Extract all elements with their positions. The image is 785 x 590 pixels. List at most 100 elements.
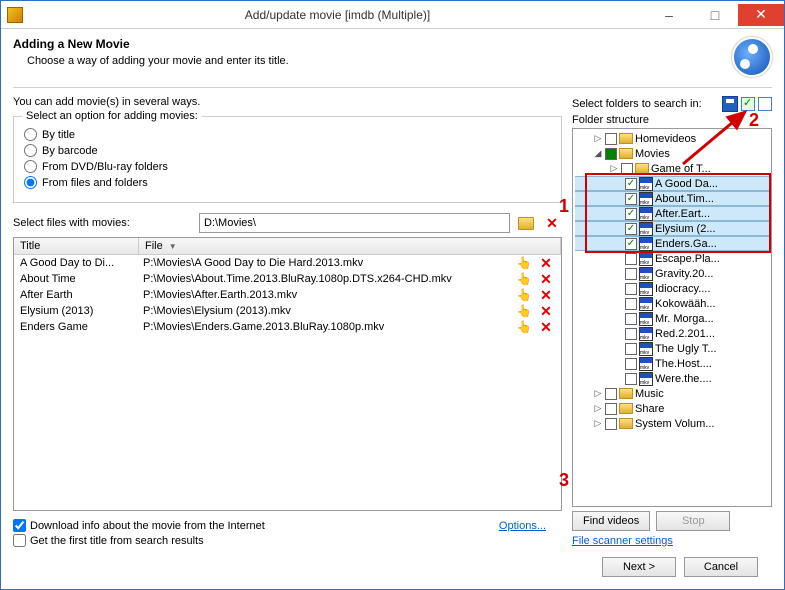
mkv-icon — [639, 282, 653, 296]
tree-node[interactable]: ▷System Volum... — [575, 416, 769, 431]
node-checkbox[interactable] — [625, 253, 637, 265]
page-subtitle: Choose a way of adding your movie and en… — [27, 55, 724, 67]
remove-row-button[interactable]: ✕ — [540, 255, 552, 271]
node-checkbox[interactable] — [625, 313, 637, 325]
movie-reel-icon — [732, 37, 772, 77]
remove-row-button[interactable]: ✕ — [540, 303, 552, 319]
node-checkbox[interactable] — [625, 298, 637, 310]
node-checkbox[interactable] — [625, 238, 637, 250]
expander-icon[interactable]: ▷ — [593, 418, 603, 429]
remove-row-button[interactable]: ✕ — [540, 287, 552, 303]
node-checkbox[interactable] — [625, 373, 637, 385]
node-checkbox[interactable] — [605, 403, 617, 415]
node-checkbox[interactable] — [625, 283, 637, 295]
expander-icon[interactable]: ▷ — [593, 133, 603, 144]
tree-node[interactable]: ◢Movies — [575, 146, 769, 161]
radio-by-barcode[interactable] — [24, 144, 37, 157]
radio-from-dvd-label: From DVD/Blu-ray folders — [42, 161, 168, 173]
expander-icon[interactable]: ▷ — [593, 403, 603, 414]
node-checkbox[interactable] — [625, 193, 637, 205]
tree-node[interactable]: ▷Game of T... — [575, 161, 769, 176]
tree-node[interactable]: Mr. Morga... — [575, 311, 769, 326]
tree-node[interactable]: The Ugly T... — [575, 341, 769, 356]
mkv-icon — [639, 312, 653, 326]
radio-from-dvd[interactable] — [24, 160, 37, 173]
node-checkbox[interactable] — [625, 223, 637, 235]
tree-node[interactable]: A Good Da... — [575, 176, 769, 191]
tree-node[interactable]: ▷Homevideos — [575, 131, 769, 146]
uncheck-all-button[interactable] — [758, 97, 772, 111]
stop-button[interactable]: Stop — [656, 511, 730, 531]
table-row[interactable]: Elysium (2013)P:\Movies\Elysium (2013).m… — [14, 303, 561, 319]
path-input[interactable] — [199, 213, 510, 233]
tree-node[interactable]: Gravity.20... — [575, 266, 769, 281]
tree-node[interactable]: Enders.Ga... — [575, 236, 769, 251]
browse-icon[interactable]: 👆 — [517, 304, 532, 318]
table-row[interactable]: About TimeP:\Movies\About.Time.2013.BluR… — [14, 271, 561, 287]
expander-icon[interactable]: ▷ — [609, 163, 619, 174]
browse-folder-button[interactable] — [516, 213, 536, 233]
node-checkbox[interactable] — [605, 148, 617, 160]
tree-node[interactable]: ▷Share — [575, 401, 769, 416]
expander-icon[interactable]: ◢ — [593, 148, 603, 159]
close-button[interactable]: ✕ — [738, 4, 784, 26]
clear-path-button[interactable]: ✕ — [542, 213, 562, 233]
node-checkbox[interactable] — [625, 343, 637, 355]
page-title: Adding a New Movie — [13, 37, 724, 51]
node-checkbox[interactable] — [605, 133, 617, 145]
col-title[interactable]: Title — [14, 238, 139, 254]
node-checkbox[interactable] — [625, 208, 637, 220]
table-row[interactable]: After EarthP:\Movies\After.Earth.2013.mk… — [14, 287, 561, 303]
tree-node[interactable]: After.Eart... — [575, 206, 769, 221]
node-checkbox[interactable] — [625, 178, 637, 190]
table-body: A Good Day to Di...P:\Movies\A Good Day … — [14, 255, 561, 510]
tree-node[interactable]: Elysium (2... — [575, 221, 769, 236]
close-icon: ✕ — [546, 215, 558, 232]
tree-node[interactable]: Were.the.... — [575, 371, 769, 386]
tree-node[interactable]: Idiocracy.... — [575, 281, 769, 296]
options-link[interactable]: Options... — [499, 520, 546, 532]
movies-table: Title File▼ A Good Day to Di...P:\Movies… — [13, 237, 562, 511]
browse-icon[interactable]: 👆 — [517, 256, 532, 270]
node-checkbox[interactable] — [625, 268, 637, 280]
tree-node[interactable]: ▷Music — [575, 386, 769, 401]
tree-node[interactable]: Escape.Pla... — [575, 251, 769, 266]
titlebar: Add/update movie [imdb (Multiple)] – □ ✕ — [1, 1, 784, 29]
radio-from-files[interactable] — [24, 176, 37, 189]
save-icon[interactable] — [722, 96, 738, 112]
mkv-icon — [639, 357, 653, 371]
table-row[interactable]: Enders GameP:\Movies\Enders.Game.2013.Bl… — [14, 319, 561, 335]
remove-row-button[interactable]: ✕ — [540, 271, 552, 287]
browse-icon[interactable]: 👆 — [517, 320, 532, 334]
radio-by-title[interactable] — [24, 128, 37, 141]
expander-icon[interactable]: ▷ — [593, 388, 603, 399]
folder-icon — [518, 217, 534, 230]
first-title-checkbox[interactable] — [13, 534, 26, 547]
node-checkbox[interactable] — [605, 388, 617, 400]
check-all-button[interactable] — [741, 97, 755, 111]
node-checkbox[interactable] — [625, 358, 637, 370]
tree-node[interactable]: About.Tim... — [575, 191, 769, 206]
tree-node[interactable]: Red.2.201... — [575, 326, 769, 341]
folder-icon — [635, 163, 649, 174]
file-scanner-settings-link[interactable]: File scanner settings — [572, 535, 772, 547]
minimize-button[interactable]: – — [646, 4, 692, 26]
node-checkbox[interactable] — [625, 328, 637, 340]
tree-node[interactable]: The.Host.... — [575, 356, 769, 371]
cancel-button[interactable]: Cancel — [684, 557, 758, 577]
remove-row-button[interactable]: ✕ — [540, 319, 552, 335]
next-button[interactable]: Next > — [602, 557, 676, 577]
node-checkbox[interactable] — [621, 163, 633, 175]
node-checkbox[interactable] — [605, 418, 617, 430]
mkv-icon — [639, 207, 653, 221]
maximize-button[interactable]: □ — [692, 4, 738, 26]
browse-icon[interactable]: 👆 — [517, 288, 532, 302]
download-info-checkbox[interactable] — [13, 519, 26, 532]
browse-icon[interactable]: 👆 — [517, 272, 532, 286]
col-file[interactable]: File▼ — [139, 238, 561, 254]
table-row[interactable]: A Good Day to Di...P:\Movies\A Good Day … — [14, 255, 561, 271]
find-videos-button[interactable]: Find videos — [572, 511, 650, 531]
mkv-icon — [639, 177, 653, 191]
tree-node[interactable]: Kokowääh... — [575, 296, 769, 311]
add-option-group: Select an option for adding movies: By t… — [13, 116, 562, 203]
